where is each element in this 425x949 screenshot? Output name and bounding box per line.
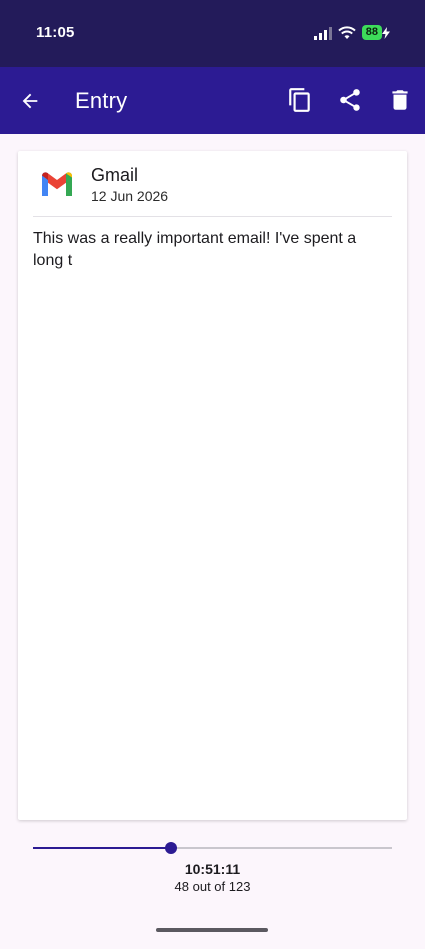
entry-card: Gmail 12 Jun 2026 This was a really impo… [18, 151, 407, 820]
share-icon [340, 89, 360, 111]
status-icons: 88 [313, 25, 390, 40]
status-bar: 11:05 88 [0, 0, 425, 67]
entry-position-label: 48 out of 123 [174, 879, 251, 894]
entry-date: 12 Jun 2026 [91, 188, 169, 204]
status-time: 11:05 [36, 24, 75, 41]
back-button[interactable] [16, 87, 44, 115]
home-indicator[interactable] [156, 928, 268, 932]
copy-icon [289, 88, 310, 112]
gmail-logo-icon [42, 172, 72, 196]
share-button[interactable] [336, 86, 364, 114]
cellular-signal-icon [313, 26, 332, 40]
delete-button[interactable] [386, 86, 414, 114]
arrow-back-icon [22, 93, 38, 109]
wifi-icon [338, 25, 356, 39]
charging-bolt-icon [382, 26, 390, 39]
slider-thumb[interactable] [165, 842, 177, 854]
battery-level: 88 [361, 25, 382, 40]
copy-button[interactable] [286, 86, 314, 114]
entry-text: This was a really important email! I've … [33, 230, 357, 269]
trash-icon [392, 90, 408, 110]
entry-timestamp: 10:51:11 [184, 861, 241, 877]
divider [33, 216, 392, 217]
source-app-name: Gmail [91, 165, 139, 185]
page-title: Entry [75, 88, 128, 113]
entry-position-slider[interactable] [33, 838, 392, 860]
slider-active-track [33, 847, 171, 849]
battery-indicator: 88 [361, 25, 390, 40]
top-app-bar: Entry [0, 67, 425, 134]
